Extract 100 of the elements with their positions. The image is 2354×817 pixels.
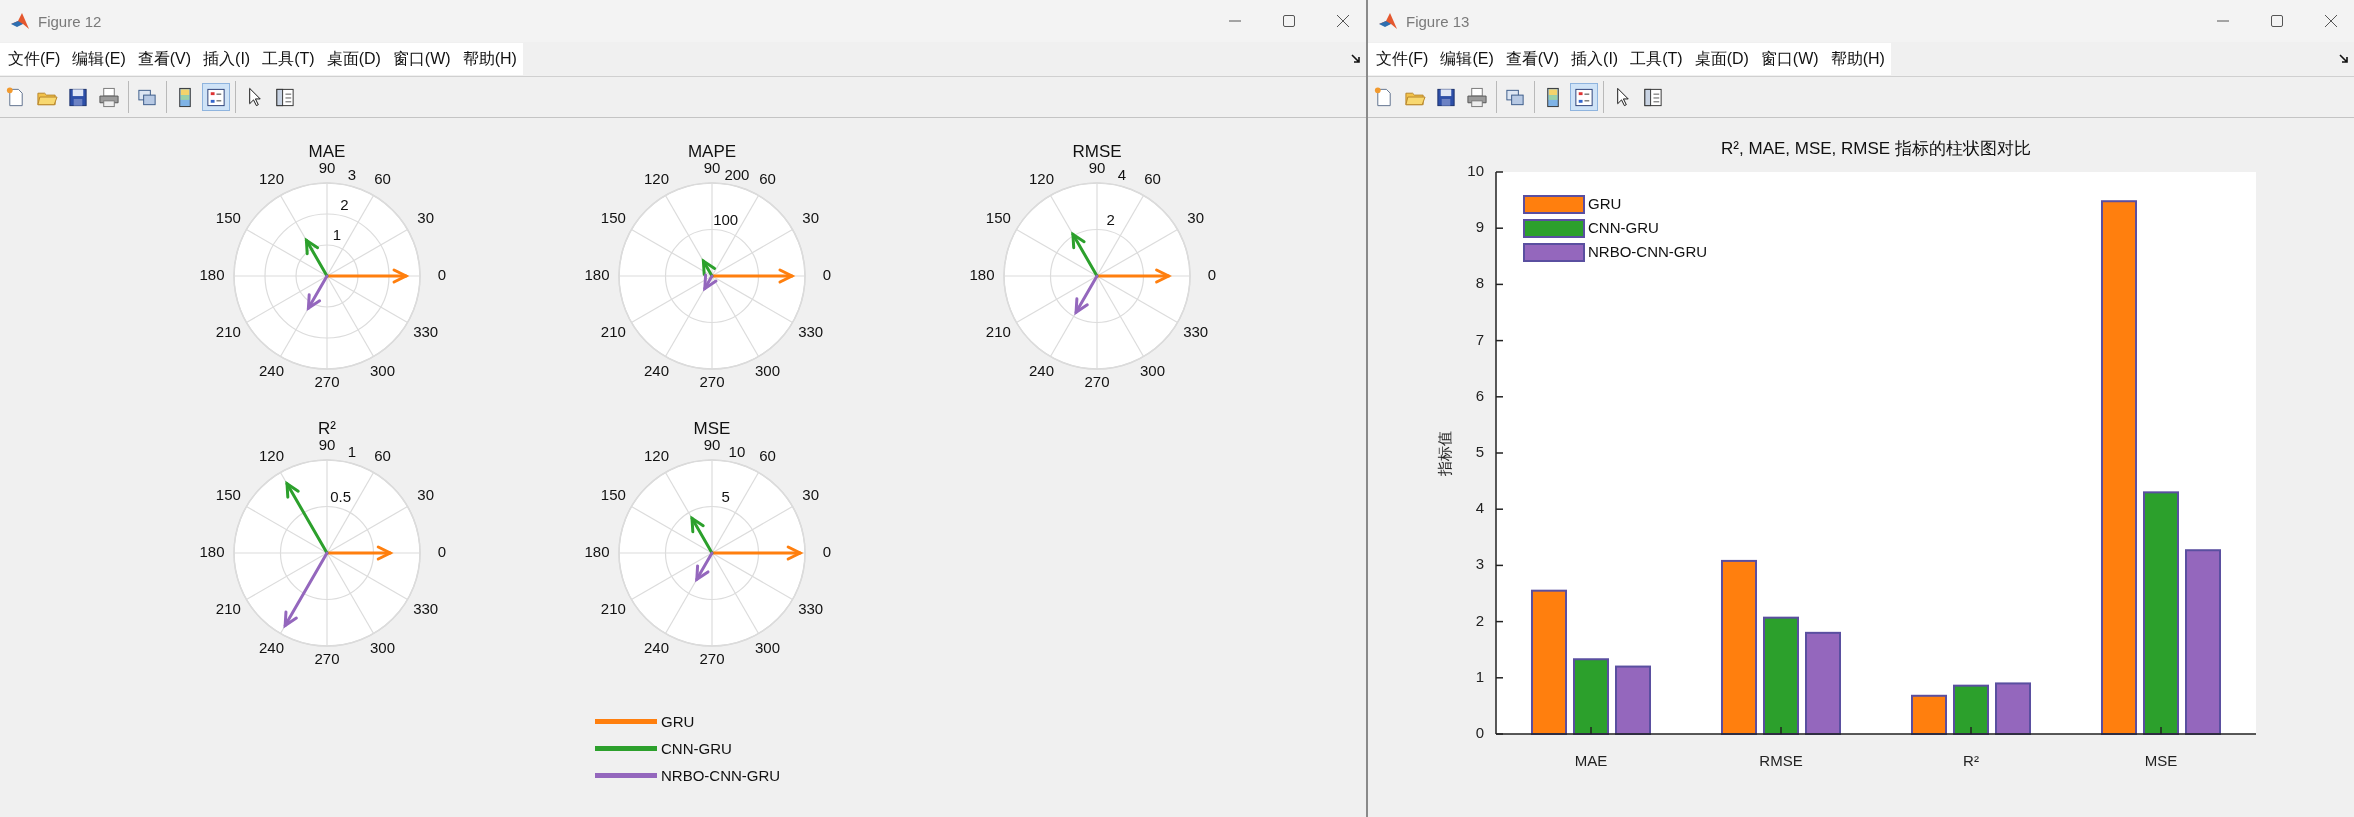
angle-label: 0 (822, 265, 832, 283)
window-title: Figure 12 (38, 12, 103, 30)
dock-arrow-icon[interactable] (2338, 53, 2350, 65)
plot-title: RMSE (1072, 142, 1122, 161)
angle-label: 210 (215, 322, 241, 340)
angle-label: 60 (759, 446, 776, 464)
tick-label: 2 (1475, 611, 1484, 629)
angle-label: 270 (314, 372, 340, 390)
radius-label: 1 (347, 443, 357, 461)
angle-label: 300 (370, 362, 395, 380)
radius-label: 100 (713, 211, 739, 229)
angle-label: 330 (413, 599, 439, 617)
menu-item[interactable]: 桌面(D) (1688, 45, 1755, 73)
tick-label: 1 (1475, 667, 1484, 685)
angle-label: 300 (370, 639, 395, 657)
menu-item[interactable]: 桌面(D) (320, 45, 387, 73)
legend-label: CNN-GRU (1588, 218, 1659, 236)
bar (1911, 694, 1947, 735)
menu-item[interactable]: 查看(V) (131, 45, 198, 73)
menu-item[interactable]: 帮助(H) (456, 45, 523, 73)
menu-item[interactable]: 帮助(H) (1824, 45, 1891, 73)
angle-label: 120 (259, 169, 284, 187)
angle-label: 30 (802, 486, 819, 503)
angle-label: 210 (215, 599, 241, 617)
plot-title: MAE (308, 142, 346, 161)
angle-label: 120 (1029, 169, 1054, 187)
angle-label: 240 (644, 362, 669, 380)
menu-item[interactable]: 窗口(W) (386, 45, 457, 73)
app-icon (1378, 11, 1398, 31)
radius-label: 1 (332, 226, 342, 244)
radius-label: 10 (728, 443, 746, 461)
tick-label: 7 (1475, 330, 1484, 348)
tick-label: 10 (1467, 161, 1484, 179)
menu-item[interactable]: 工具(T) (1624, 45, 1689, 73)
angle-label: 180 (584, 542, 610, 560)
angle-label: 180 (199, 265, 225, 283)
menu-item[interactable]: 编辑(E) (66, 45, 132, 73)
angle-label: 270 (314, 649, 340, 667)
angle-label: 30 (417, 486, 434, 503)
radius-label: 0.5 (330, 488, 352, 506)
angle-label: 330 (798, 599, 824, 617)
angle-label: 120 (644, 169, 669, 187)
angle-label: 90 (1088, 158, 1106, 176)
window-title: Figure 13 (1406, 12, 1471, 30)
angle-label: 120 (259, 446, 284, 464)
angle-label: 180 (199, 542, 225, 560)
bar (1615, 665, 1651, 735)
menu-item[interactable]: 插入(I) (197, 45, 257, 73)
legend-label: CNN-GRU (661, 740, 732, 757)
angle-label: 240 (259, 362, 284, 380)
legend-icon[interactable] (1570, 83, 1598, 111)
app-icon (10, 11, 30, 31)
angle-label: 330 (413, 322, 439, 340)
menu-item[interactable]: 文件(F) (1370, 45, 1435, 73)
angle-label: 150 (600, 209, 626, 226)
angle-label: 270 (699, 649, 725, 667)
angle-label: 150 (600, 486, 626, 503)
angle-label: 240 (644, 639, 669, 657)
angle-label: 0 (437, 265, 447, 283)
radius-label: 5 (721, 488, 730, 506)
menu-item[interactable]: 编辑(E) (1434, 45, 1500, 73)
radius-label: 200 (724, 166, 750, 184)
angle-label: 300 (755, 362, 780, 380)
menu-item[interactable]: 查看(V) (1499, 45, 1566, 73)
angle-label: 60 (1144, 169, 1161, 187)
angle-label: 210 (600, 322, 626, 340)
menu-item[interactable]: 文件(F) (2, 45, 67, 73)
tick-label: 8 (1475, 274, 1484, 292)
legend-label: GRU (661, 713, 695, 730)
legend-icon[interactable] (202, 83, 230, 111)
category-label: RMSE (1759, 752, 1803, 769)
angle-label: 60 (374, 169, 391, 187)
menu-item[interactable]: 窗口(W) (1754, 45, 1825, 73)
plot-title: R² (318, 419, 336, 438)
angle-label: 90 (703, 435, 721, 453)
plot-title: MSE (693, 419, 731, 438)
angle-label: 0 (1207, 265, 1217, 283)
tick-label: 5 (1475, 442, 1484, 460)
category-label: MSE (2144, 752, 2178, 769)
menu-item[interactable]: 工具(T) (256, 45, 321, 73)
angle-label: 90 (318, 435, 336, 453)
tick-label: 6 (1475, 386, 1484, 404)
menu-item[interactable]: 插入(I) (1565, 45, 1625, 73)
category-label: MAE (1574, 752, 1608, 769)
bar (1953, 684, 1989, 735)
angle-label: 180 (969, 265, 995, 283)
angle-label: 60 (759, 169, 776, 187)
angle-label: 240 (259, 639, 284, 657)
radius-label: 4 (1117, 166, 1127, 184)
dock-arrow-icon[interactable] (1350, 53, 1362, 65)
plot-title: MAPE (687, 142, 737, 161)
axis-label: 指标值 (1436, 430, 1453, 476)
angle-label: 60 (374, 446, 391, 464)
angle-label: 270 (699, 372, 725, 390)
bar (1995, 682, 2031, 735)
angle-label: 300 (1140, 362, 1165, 380)
chart-title: R², MAE, MSE, RMSE 指标的柱状图对比 (1721, 139, 2031, 158)
radius-label: 2 (1106, 211, 1115, 229)
tick-label: 0 (1475, 723, 1484, 741)
legend-label: GRU (1588, 194, 1622, 212)
